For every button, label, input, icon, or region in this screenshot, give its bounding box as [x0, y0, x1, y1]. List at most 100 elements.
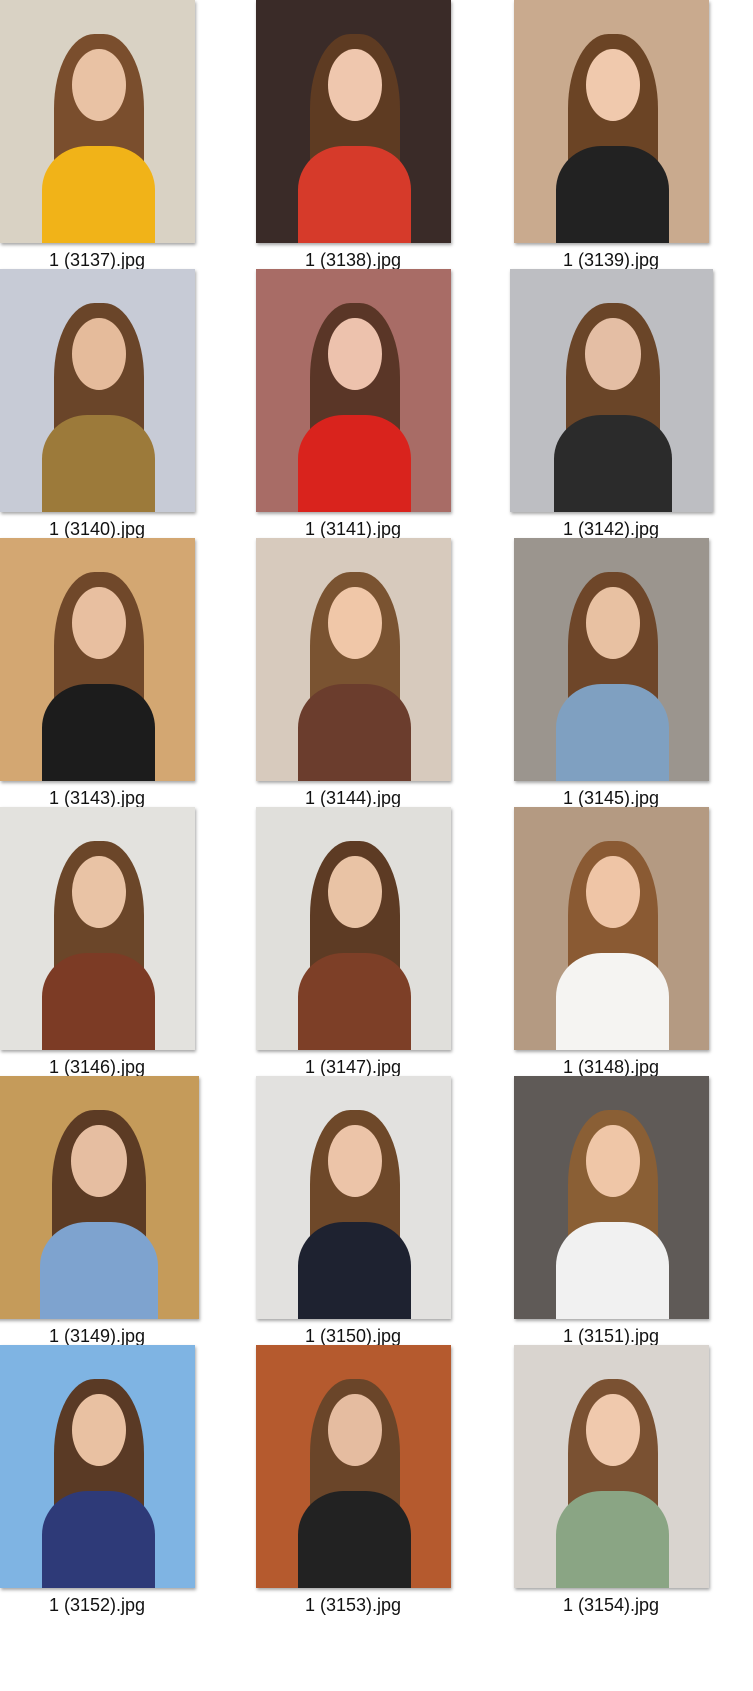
photo-face-shape	[585, 586, 641, 660]
file-thumbnail[interactable]	[0, 0, 217, 243]
file-name-label: 1 (3142).jpg	[562, 519, 660, 539]
file-item[interactable]: 1 (3141).jpg	[233, 269, 473, 559]
photo-clothing-shape	[42, 1490, 156, 1588]
photo-face-shape	[585, 48, 641, 122]
photo-image	[255, 0, 451, 243]
photo-image	[513, 0, 709, 243]
file-name-label: 1 (3145).jpg	[562, 788, 660, 808]
photo-image	[513, 1345, 709, 1588]
photo-face-shape	[327, 586, 383, 660]
photo-clothing-shape	[556, 952, 670, 1050]
file-name-label: 1 (3139).jpg	[562, 250, 660, 270]
photo-image	[0, 269, 195, 512]
file-item[interactable]: 1 (3153).jpg	[233, 1345, 473, 1635]
file-item[interactable]: 1 (3146).jpg	[0, 807, 217, 1097]
photo-face-shape	[585, 1124, 641, 1198]
photo-clothing-shape	[556, 1490, 670, 1588]
photo-clothing-shape	[298, 414, 412, 512]
file-thumbnail[interactable]	[0, 538, 217, 781]
photo-face-shape	[327, 317, 383, 391]
file-thumbnail[interactable]	[491, 1076, 731, 1319]
photo-clothing-shape	[298, 683, 412, 781]
file-thumbnail[interactable]	[491, 807, 731, 1050]
photo-face-shape	[71, 48, 127, 122]
photo-image	[255, 269, 451, 512]
file-thumbnail[interactable]	[491, 269, 731, 512]
photo-image	[513, 807, 709, 1050]
photo-image	[255, 1345, 451, 1588]
photo-image	[513, 1076, 709, 1319]
photo-face-shape	[71, 317, 127, 391]
file-name-label: 1 (3138).jpg	[304, 250, 402, 270]
photo-face-shape	[71, 586, 127, 660]
file-item[interactable]: 1 (3140).jpg	[0, 269, 217, 559]
file-item[interactable]: 1 (3149).jpg	[0, 1076, 217, 1366]
file-thumbnail[interactable]	[491, 1345, 731, 1588]
photo-image	[255, 807, 451, 1050]
file-name-label: 1 (3150).jpg	[304, 1326, 402, 1346]
photo-face-shape	[71, 1393, 127, 1467]
file-name-label: 1 (3149).jpg	[48, 1326, 146, 1346]
photo-clothing-shape	[556, 683, 670, 781]
file-name-label: 1 (3141).jpg	[304, 519, 402, 539]
file-item[interactable]: 1 (3148).jpg	[491, 807, 731, 1097]
file-thumbnail[interactable]	[233, 538, 473, 781]
photo-face-shape	[327, 48, 383, 122]
photo-face-shape	[327, 1393, 383, 1467]
file-name-label: 1 (3143).jpg	[48, 788, 146, 808]
file-thumbnail[interactable]	[0, 1345, 217, 1588]
photo-clothing-shape	[42, 952, 156, 1050]
photo-face-shape	[585, 855, 641, 929]
file-item[interactable]: 1 (3151).jpg	[491, 1076, 731, 1366]
photo-clothing-shape	[42, 145, 156, 243]
file-thumbnail[interactable]	[491, 538, 731, 781]
photo-image	[255, 1076, 451, 1319]
file-thumbnail[interactable]	[0, 269, 217, 512]
file-thumbnail[interactable]	[233, 1076, 473, 1319]
photo-clothing-shape	[298, 1490, 412, 1588]
file-name-label: 1 (3152).jpg	[48, 1595, 146, 1615]
file-item[interactable]: 1 (3144).jpg	[233, 538, 473, 828]
photo-image	[513, 538, 709, 781]
file-name-label: 1 (3154).jpg	[562, 1595, 660, 1615]
photo-image	[0, 1076, 199, 1319]
file-item[interactable]: 1 (3154).jpg	[491, 1345, 731, 1635]
photo-image	[0, 0, 195, 243]
file-item[interactable]: 1 (3150).jpg	[233, 1076, 473, 1366]
photo-image	[255, 538, 451, 781]
file-name-label: 1 (3144).jpg	[304, 788, 402, 808]
file-name-label: 1 (3146).jpg	[48, 1057, 146, 1077]
file-item[interactable]: 1 (3143).jpg	[0, 538, 217, 828]
file-name-label: 1 (3137).jpg	[48, 250, 146, 270]
photo-face-shape	[327, 1124, 383, 1198]
photo-clothing-shape	[42, 414, 156, 512]
file-item[interactable]: 1 (3138).jpg	[233, 0, 473, 290]
file-thumbnail[interactable]	[233, 269, 473, 512]
file-thumbnail[interactable]	[0, 807, 217, 1050]
file-name-label: 1 (3151).jpg	[562, 1326, 660, 1346]
file-thumbnail[interactable]	[491, 0, 731, 243]
photo-image	[509, 269, 713, 512]
file-name-label: 1 (3148).jpg	[562, 1057, 660, 1077]
file-thumbnail[interactable]	[233, 0, 473, 243]
photo-image	[0, 538, 195, 781]
file-name-label: 1 (3153).jpg	[304, 1595, 402, 1615]
photo-clothing-shape	[298, 145, 412, 243]
file-item[interactable]: 1 (3145).jpg	[491, 538, 731, 828]
photo-clothing-shape	[298, 1221, 412, 1319]
file-item[interactable]: 1 (3137).jpg	[0, 0, 217, 290]
file-item[interactable]: 1 (3147).jpg	[233, 807, 473, 1097]
photo-face-shape	[327, 855, 383, 929]
file-item[interactable]: 1 (3152).jpg	[0, 1345, 217, 1635]
photo-clothing-shape	[40, 1221, 158, 1319]
file-thumbnail[interactable]	[233, 807, 473, 1050]
photo-clothing-shape	[556, 1221, 670, 1319]
file-thumbnail[interactable]	[0, 1076, 217, 1319]
file-item[interactable]: 1 (3142).jpg	[491, 269, 731, 559]
file-thumbnail[interactable]	[233, 1345, 473, 1588]
photo-face-shape	[585, 1393, 641, 1467]
file-name-label: 1 (3147).jpg	[304, 1057, 402, 1077]
photo-clothing-shape	[556, 145, 670, 243]
file-name-label: 1 (3140).jpg	[48, 519, 146, 539]
file-item[interactable]: 1 (3139).jpg	[491, 0, 731, 290]
